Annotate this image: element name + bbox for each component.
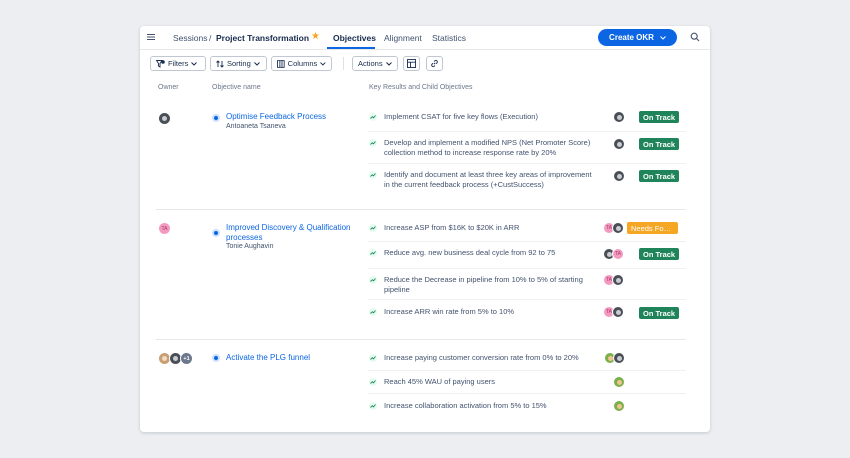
key-result-text[interactable]: Implement CSAT for five key flows (Execu…	[384, 112, 594, 122]
chevron-down-icon	[660, 35, 666, 40]
assignee-avatar[interactable]: TA	[612, 248, 624, 260]
hamburger-menu-icon[interactable]	[147, 33, 155, 41]
chevron-down-icon	[320, 61, 326, 66]
assignee-avatar[interactable]	[613, 111, 625, 123]
objective-name[interactable]: Optimise Feedback Process	[226, 112, 376, 122]
key-result-icon	[369, 249, 377, 257]
key-result-text[interactable]: Increase ASP from $16K to $20K in ARR	[384, 223, 594, 233]
filters-button[interactable]: Filters	[150, 56, 206, 71]
objective-divider	[156, 339, 686, 340]
chevron-down-icon	[253, 61, 260, 66]
key-result-text[interactable]: Reach 45% WAU of paying users	[384, 377, 594, 387]
key-result-text[interactable]: Develop and implement a modified NPS (Ne…	[384, 138, 594, 158]
key-result-text[interactable]: Increase collaboration activation from 5…	[384, 401, 594, 411]
columns-icon	[277, 59, 285, 68]
objective-owner: Antoaneta Tsaneva	[226, 123, 286, 130]
filter-icon	[156, 59, 165, 68]
sorting-label: Sorting	[227, 59, 251, 68]
actions-button[interactable]: Actions	[352, 56, 398, 71]
owner-avatar[interactable]: TA	[158, 222, 171, 235]
key-result-icon	[369, 354, 377, 362]
row-divider	[368, 268, 686, 269]
row-divider	[368, 131, 686, 132]
create-okr-button[interactable]: Create OKR	[598, 29, 677, 46]
link-icon	[431, 59, 438, 68]
breadcrumb-sessions[interactable]: Sessions	[173, 33, 208, 43]
key-result-icon	[369, 378, 377, 386]
star-icon[interactable]: ★	[311, 31, 320, 42]
status-badge[interactable]: On Track	[639, 170, 679, 182]
key-result-icon	[369, 308, 377, 316]
active-tab-indicator	[327, 47, 375, 49]
assignee-avatar[interactable]	[612, 222, 624, 234]
key-result-icon	[369, 276, 377, 284]
filters-label: Filters	[168, 59, 189, 68]
assignee-avatar[interactable]	[612, 306, 624, 318]
status-badge[interactable]: On Track	[639, 248, 679, 260]
status-badge[interactable]: Needs Fo…	[627, 222, 678, 234]
top-bar: Sessions / Project Transformation ★ Obje…	[140, 26, 710, 50]
column-header-key-results: Key Results and Child Objectives	[369, 84, 473, 91]
objective-icon	[212, 229, 220, 237]
assignee-avatar[interactable]	[613, 352, 625, 364]
objective-owner: Tonie Aughavin	[226, 243, 274, 250]
columns-label: Columns	[287, 59, 318, 68]
search-icon[interactable]	[690, 32, 700, 42]
objective-divider	[156, 209, 686, 210]
status-badge[interactable]: On Track	[639, 111, 679, 123]
status-badge[interactable]: On Track	[639, 138, 679, 150]
columns-button[interactable]: Columns	[271, 56, 332, 71]
column-header-owner: Owner	[158, 84, 179, 91]
tab-objectives[interactable]: Objectives	[333, 33, 376, 43]
table-view-button[interactable]	[403, 56, 420, 71]
assignee-avatar[interactable]	[613, 400, 625, 412]
okr-panel: Sessions / Project Transformation ★ Obje…	[140, 26, 710, 432]
key-result-text[interactable]: Increase ARR win rate from 5% to 10%	[384, 307, 594, 317]
row-divider	[368, 299, 686, 300]
objective-name[interactable]: Activate the PLG funnel	[226, 353, 376, 363]
key-result-icon	[369, 139, 377, 147]
key-result-text[interactable]: Increase paying customer conversion rate…	[384, 353, 604, 363]
actions-label: Actions	[358, 59, 383, 68]
chevron-down-icon	[385, 61, 392, 66]
objective-icon	[212, 114, 220, 122]
key-result-icon	[369, 402, 377, 410]
column-header-objective: Objective name	[212, 84, 261, 91]
sort-icon	[216, 59, 224, 68]
row-divider	[368, 393, 686, 394]
assignee-avatar[interactable]	[613, 376, 625, 388]
key-result-text[interactable]: Identify and document at least three key…	[384, 170, 594, 190]
assignee-avatar[interactable]	[613, 138, 625, 150]
create-okr-label: Create OKR	[609, 33, 654, 42]
tab-alignment[interactable]: Alignment	[384, 33, 422, 43]
assignee-avatar[interactable]	[613, 170, 625, 182]
sorting-button[interactable]: Sorting	[210, 56, 267, 71]
owner-avatar[interactable]	[158, 112, 171, 125]
key-result-text[interactable]: Reduce the Decrease in pipeline from 10%…	[384, 275, 594, 295]
row-divider	[368, 241, 686, 242]
objective-name[interactable]: Improved Discovery & Qualification proce…	[226, 223, 376, 243]
key-result-icon	[369, 113, 377, 121]
copy-link-button[interactable]	[426, 56, 443, 71]
more-owners-badge[interactable]: +1	[180, 352, 193, 365]
toolbar-divider	[343, 57, 344, 70]
row-divider	[368, 370, 686, 371]
key-result-icon	[369, 171, 377, 179]
chevron-down-icon	[191, 61, 198, 66]
breadcrumb-separator: /	[209, 33, 212, 43]
key-result-icon	[369, 224, 377, 232]
page-title: Project Transformation	[216, 33, 310, 43]
row-divider	[368, 163, 686, 164]
status-badge[interactable]: On Track	[639, 307, 679, 319]
assignee-avatar[interactable]	[612, 274, 624, 286]
tab-statistics[interactable]: Statistics	[432, 33, 466, 43]
objective-icon	[212, 354, 220, 362]
table-icon	[407, 59, 416, 68]
key-result-text[interactable]: Reduce avg. new business deal cycle from…	[384, 248, 594, 258]
